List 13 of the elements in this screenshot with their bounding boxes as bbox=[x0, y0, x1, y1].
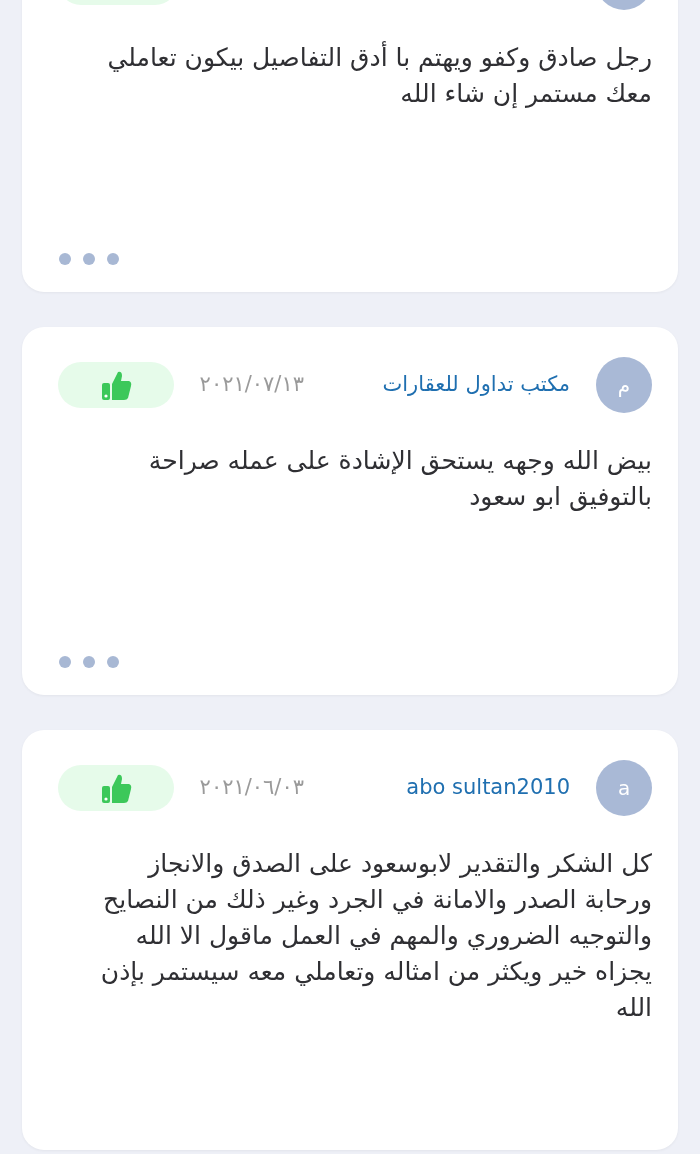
review-text: بيض الله وجهه يستحق الإشادة على عمله صراحة بالتوفيق ابو سعود bbox=[147, 445, 652, 513]
author-link[interactable]: مكتب تداول للعقارات bbox=[340, 369, 570, 401]
review-date: ٢٠٢١/٠٦/٠٣ bbox=[199, 774, 304, 802]
avatar: a bbox=[596, 760, 652, 816]
author-link[interactable]: abo sultan2010 bbox=[340, 772, 570, 804]
avatar: م bbox=[596, 357, 652, 413]
more-options-icon[interactable] bbox=[58, 655, 120, 669]
like-button[interactable] bbox=[58, 765, 174, 811]
review-date: ٢٠٢١/٠٧/١٣ bbox=[199, 371, 304, 399]
review-text: كل الشكر والتقدير لابوسعود على الصدق والانجاز ورحابة الصدر والامانة في الجرد وغير ذلك من النصايح والتوجيه الضروري والمهم في العمل ماقول الا الله يجزاه خير ويكثر من امثاله وتعاملي معه سيستمر بإذن الله bbox=[99, 848, 652, 1024]
review-text: رجل صادق وكفو ويهتم با أدق التفاصيل بيكون تعاملي معك مستمر إن شاء الله bbox=[106, 40, 652, 110]
like-button[interactable] bbox=[58, 362, 174, 408]
more-options-icon[interactable] bbox=[58, 252, 120, 266]
